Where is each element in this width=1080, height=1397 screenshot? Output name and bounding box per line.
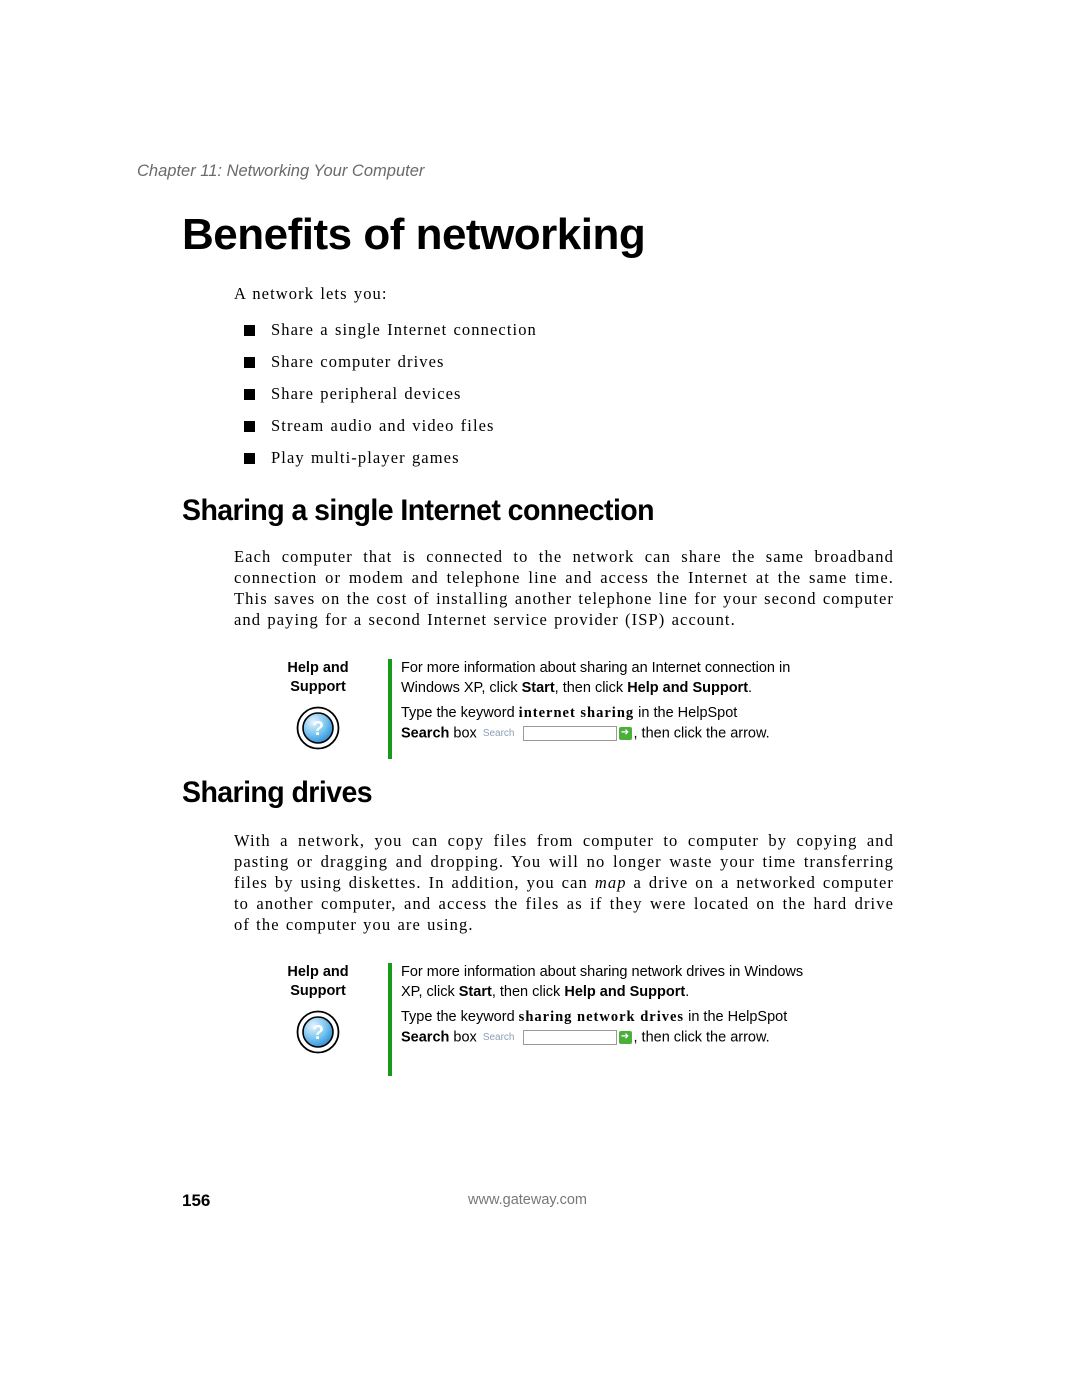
help-box-internet: Help and Support ? For more information … (280, 659, 820, 759)
list-item: Stream audio and video files (244, 414, 537, 446)
drives-paragraph: With a network, you can copy files from … (234, 831, 894, 934)
list-item: Play multi-player games (244, 446, 537, 478)
list-item: Share peripheral devices (244, 382, 537, 414)
svg-text:?: ? (312, 1022, 324, 1044)
help-box-drives: Help and Support ? For more information … (280, 963, 820, 1076)
section-heading-drives: Sharing drives (182, 776, 373, 809)
search-field-image (522, 725, 617, 741)
square-bullet-icon (244, 420, 255, 432)
help-accent-bar (388, 963, 392, 1076)
helpspot-search-widget: Search ➜ (483, 724, 632, 744)
page-number: 156 (182, 1191, 211, 1210)
keyword: internet sharing (518, 705, 635, 721)
helpspot-search-widget: Search ➜ (483, 1028, 632, 1048)
arrow-right-icon: ➜ (618, 726, 632, 740)
help-label: Help and Support (287, 964, 349, 999)
square-bullet-icon (244, 452, 255, 464)
help-question-icon: ? (296, 706, 340, 750)
square-bullet-icon (244, 356, 255, 368)
square-bullet-icon (244, 388, 255, 400)
help-accent-bar (388, 659, 392, 759)
chapter-header: Chapter 11: Networking Your Computer (137, 162, 425, 180)
arrow-right-icon: ➜ (618, 1030, 632, 1044)
benefits-list: Share a single Internet connection Share… (244, 318, 537, 478)
keyword: sharing network drives (518, 1009, 685, 1025)
list-item: Share computer drives (244, 350, 537, 382)
help-text: For more information about sharing an In… (401, 660, 791, 744)
website-url: www.gateway.com (468, 1192, 587, 1208)
internet-paragraph: Each computer that is connected to the n… (234, 547, 894, 629)
list-item: Share a single Internet connection (244, 318, 537, 350)
help-text: For more information about sharing netwo… (401, 964, 804, 1048)
intro-text: A network lets you: (234, 284, 388, 303)
section-heading-internet: Sharing a single Internet connection (182, 494, 655, 527)
search-field-image (522, 1029, 617, 1045)
page-title: Benefits of networking (182, 210, 646, 259)
help-question-icon: ? (296, 1010, 340, 1054)
square-bullet-icon (244, 324, 255, 336)
svg-text:?: ? (312, 718, 324, 740)
help-label: Help and Support (287, 660, 349, 695)
